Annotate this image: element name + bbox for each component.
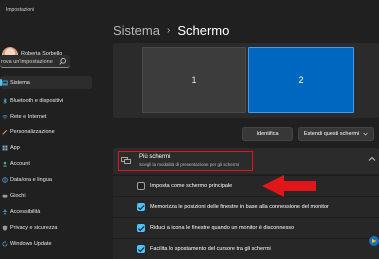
- sidebar-item-account[interactable]: Account: [0, 157, 92, 170]
- option-label: Imposta come schermo principale: [150, 183, 233, 189]
- chevron-down-icon: [363, 132, 368, 136]
- option-row[interactable]: Riduci a icona le finestre quando un mon…: [113, 217, 379, 237]
- multiple-displays-options: Imposta come schermo principale Memorizz…: [113, 175, 379, 259]
- sidebar-item-gaming[interactable]: Giochi: [0, 189, 92, 202]
- settings-window: Impostazioni Roberta Sorbello rova un'im…: [0, 0, 379, 259]
- monitor-1[interactable]: 1: [142, 47, 246, 113]
- sidebar: Roberta Sorbello rova un'impostazione Si…: [0, 0, 100, 259]
- option-row[interactable]: Facilita lo spostamento del cursore tra …: [113, 238, 379, 258]
- sidebar-item-label: Windows Update: [10, 240, 52, 247]
- option-row[interactable]: Imposta come schermo principale: [113, 175, 379, 195]
- page-title: Schermo: [177, 22, 230, 38]
- person-icon: [2, 161, 8, 167]
- sidebar-item-windows-update[interactable]: Windows Update: [0, 237, 92, 250]
- display-mode-value: Estendi questi schermi: [303, 131, 360, 137]
- sidebar-item-sistema[interactable]: Sistema: [0, 76, 92, 89]
- display-mode-dropdown[interactable]: Estendi questi schermi: [298, 127, 374, 141]
- option-label: Riduci a icona le finestre quando un mon…: [150, 225, 295, 231]
- update-icon: [2, 240, 8, 246]
- sidebar-item-label: App: [10, 144, 20, 151]
- sidebar-item-accessibility[interactable]: Accessibilità: [0, 205, 92, 218]
- sidebar-item-time-language[interactable]: Data/ora e lingua: [0, 173, 92, 186]
- highlight-box: [118, 151, 253, 171]
- checkbox-primary-display[interactable]: [137, 182, 145, 190]
- chevron-up-icon[interactable]: [368, 156, 376, 162]
- search-placeholder: rova un'impostazione: [1, 58, 53, 65]
- option-label: Facilita lo spostamento del cursore tra …: [150, 246, 271, 252]
- sidebar-item-privacy[interactable]: Privacy e sicurezza: [0, 221, 92, 234]
- sidebar-item-label: Rete e Internet: [10, 113, 47, 120]
- sidebar-item-label: Account: [10, 160, 30, 167]
- checkbox-ease-cursor-movement[interactable]: [137, 245, 145, 253]
- sidebar-item-bluetooth[interactable]: Bluetooth e dispositivi: [0, 94, 92, 107]
- sidebar-item-apps[interactable]: App: [0, 141, 92, 154]
- bluetooth-icon: [3, 97, 7, 104]
- identify-button[interactable]: Identifica: [242, 127, 293, 141]
- option-row[interactable]: Memorizza le posizioni delle finestre in…: [113, 196, 379, 216]
- user-profile[interactable]: Roberta Sorbello: [0, 22, 100, 68]
- breadcrumb: Sistema › Schermo: [113, 21, 229, 39]
- identify-button-label: Identifica: [256, 131, 279, 137]
- monitor-arrangement: 1 2: [113, 43, 379, 118]
- brush-icon: [2, 129, 8, 135]
- gamepad-icon: [2, 194, 8, 198]
- sidebar-item-label: Personalizzazione: [10, 128, 55, 135]
- sidebar-item-label: Accessibilità: [10, 208, 41, 215]
- sidebar-item-label: Sistema: [10, 79, 30, 86]
- help-icon[interactable]: [367, 235, 379, 247]
- shield-icon: [2, 225, 8, 231]
- sidebar-item-network[interactable]: Rete e Internet: [0, 110, 92, 123]
- sidebar-item-label: Privacy e sicurezza: [10, 224, 58, 231]
- search-icon: [59, 58, 66, 65]
- checkbox-minimize-on-disconnect[interactable]: [137, 224, 145, 232]
- sidebar-item-label: Giochi: [10, 192, 26, 199]
- option-label: Memorizza le posizioni delle finestre in…: [150, 204, 329, 210]
- breadcrumb-parent[interactable]: Sistema: [113, 23, 160, 38]
- apps-icon: [2, 145, 8, 150]
- checkbox-remember-window-locations[interactable]: [137, 203, 145, 211]
- breadcrumb-separator: ›: [166, 24, 171, 36]
- accessibility-icon: [2, 208, 8, 215]
- laptop-icon: [2, 80, 8, 85]
- monitor-2-selected[interactable]: 2: [248, 47, 354, 113]
- sidebar-item-label: Data/ora e lingua: [10, 176, 52, 183]
- wifi-icon: [2, 114, 8, 119]
- globe-icon: [2, 176, 8, 183]
- sidebar-item-label: Bluetooth e dispositivi: [10, 97, 64, 104]
- sidebar-item-personalization[interactable]: Personalizzazione: [0, 125, 92, 138]
- search-input[interactable]: rova un'impostazione: [0, 55, 70, 68]
- red-arrow-annotation: [262, 175, 316, 197]
